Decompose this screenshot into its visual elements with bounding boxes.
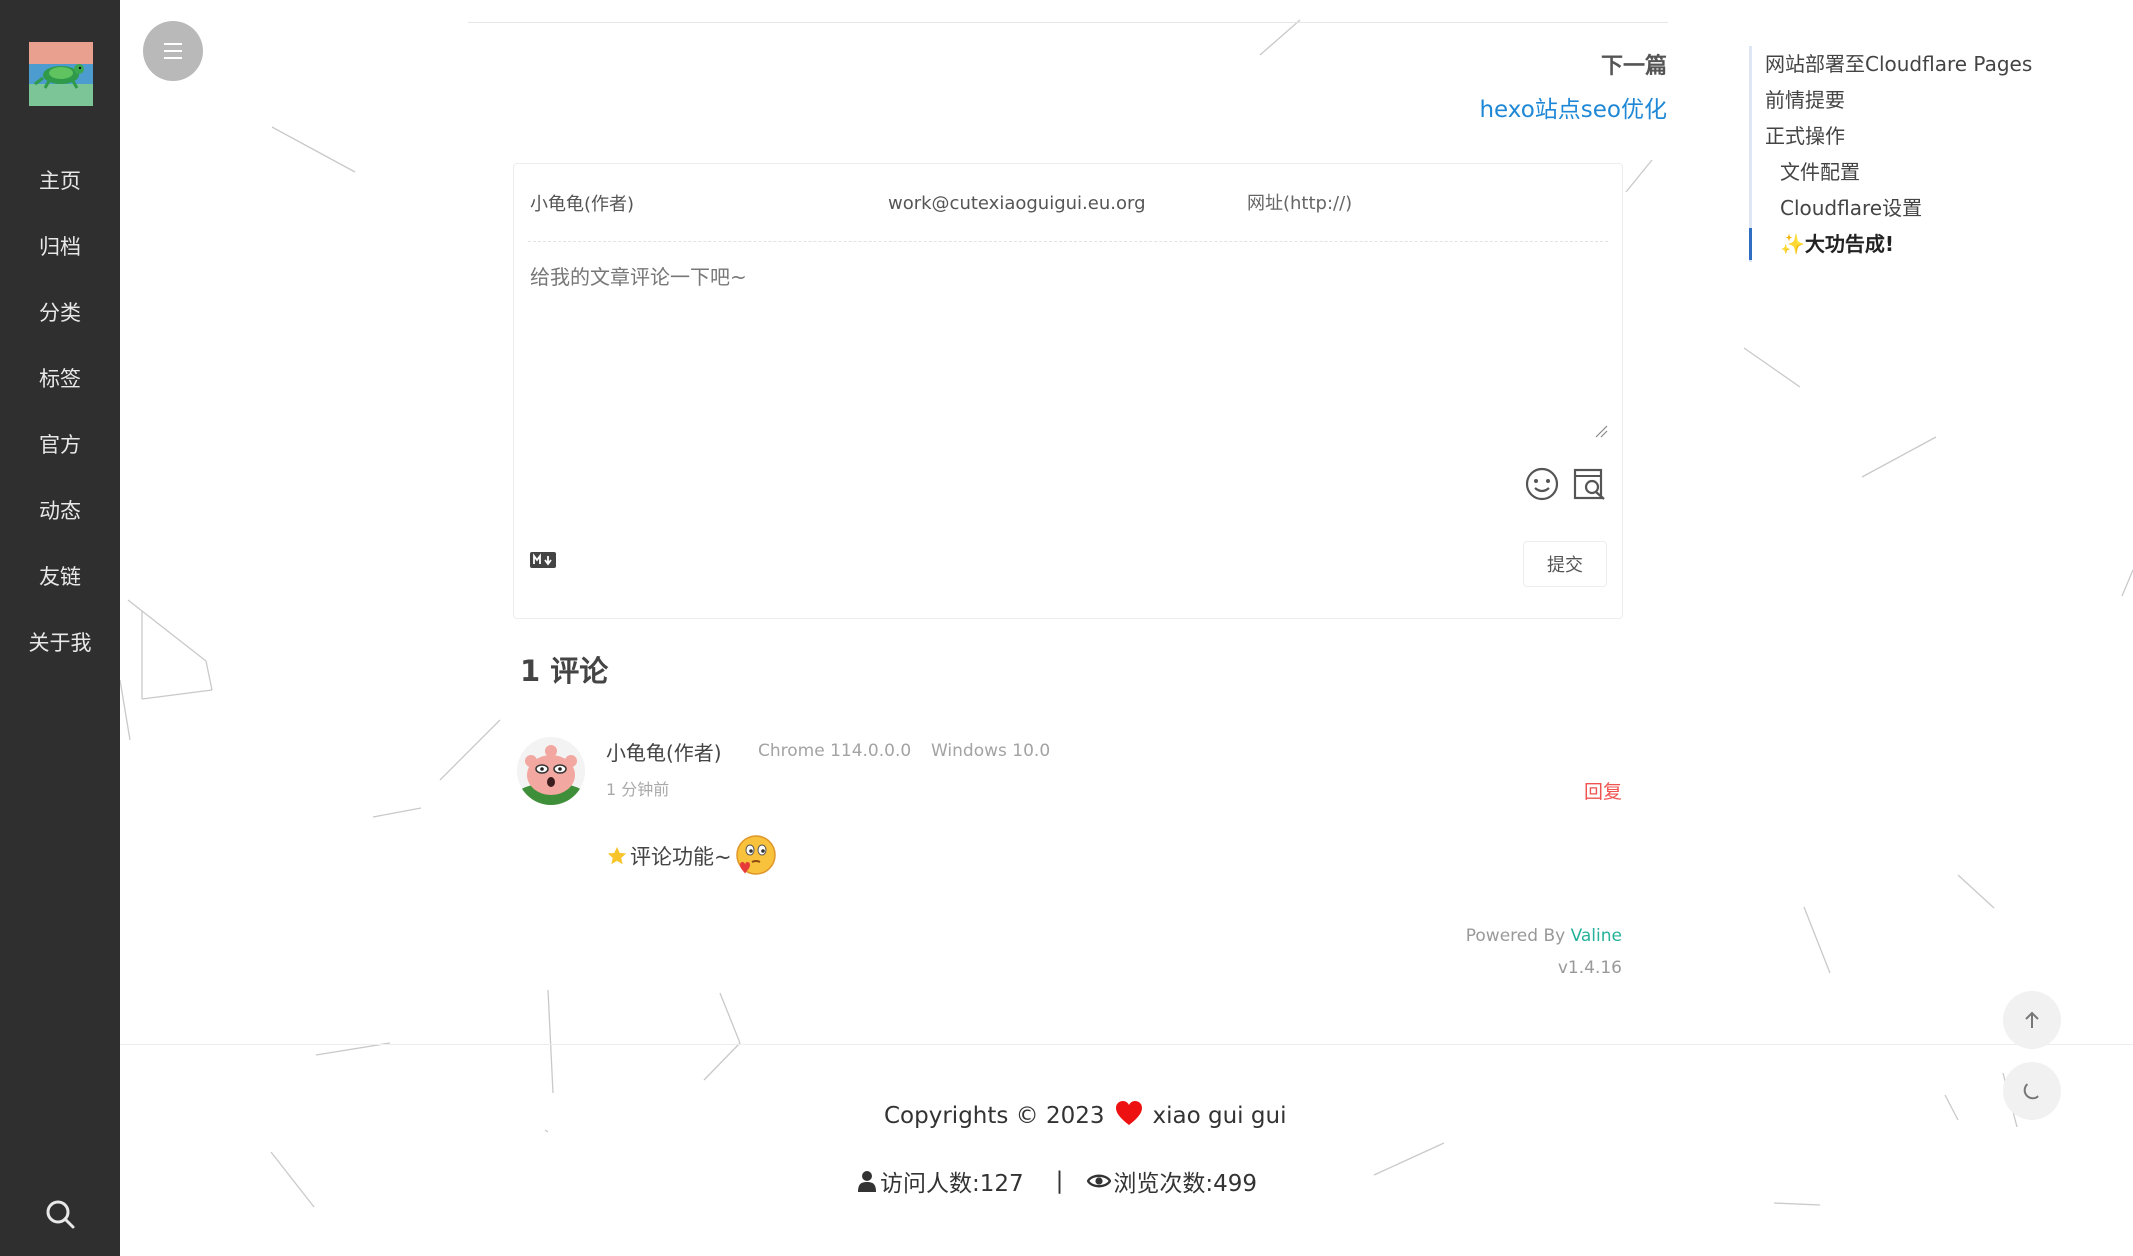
search-button[interactable] [42, 1196, 78, 1232]
visitor-count: 访问人数:127 [880, 1171, 1024, 1197]
copyright-text: Copyrights © 2023 [884, 1103, 1105, 1129]
comment-time: 1 分钟前 [606, 780, 670, 799]
arrow-up-icon [2025, 1011, 2039, 1028]
comment-count: 1 评论 [520, 654, 609, 688]
nav-item-tags[interactable]: 标签 [0, 346, 120, 412]
comment-text: 评论功能~ [630, 845, 732, 869]
comment-browser: Chrome 114.0.0.0 [758, 741, 912, 761]
nav-item-official[interactable]: 官方 [0, 412, 120, 478]
markdown-icon[interactable] [530, 552, 556, 568]
moon-icon [2023, 1083, 2039, 1100]
valine-link[interactable]: Valine [1571, 926, 1622, 946]
menu-toggle-button[interactable] [143, 21, 203, 81]
menu-icon-bar [164, 50, 182, 52]
next-post-nav: 下一篇 hexo站点seo优化 [1479, 48, 1667, 124]
toc-item[interactable]: 正式操作 [1765, 118, 2032, 154]
footer-divider [120, 1044, 2133, 1045]
valine-version: v1.4.16 [1557, 958, 1622, 978]
next-post-link[interactable]: hexo站点seo优化 [1479, 90, 1667, 124]
toc-item[interactable]: 前情提要 [1765, 82, 2032, 118]
eye-icon [1087, 1174, 1112, 1188]
toc-item[interactable]: Cloudflare设置 [1765, 190, 2032, 226]
preview-button[interactable] [1572, 466, 1608, 502]
comment-avatar [517, 737, 585, 805]
view-count: 浏览次数:499 [1113, 1171, 1258, 1197]
sidebar: 主页 归档 分类 标签 官方 动态 友链 关于我 [0, 0, 120, 1256]
comment-meta-row [528, 164, 1608, 242]
comment-body: 评论功能~ [606, 832, 778, 880]
sidebar-nav: 主页 归档 分类 标签 官方 动态 友链 关于我 [0, 148, 120, 676]
dark-mode-toggle[interactable] [2003, 1062, 2061, 1120]
comment-os: Windows 10.0 [931, 741, 1051, 761]
nav-item-about[interactable]: 关于我 [0, 610, 120, 676]
next-post-label: 下一篇 [1600, 54, 1667, 79]
table-of-contents: 网站部署至Cloudflare Pages 前情提要 正式操作 文件配置 Clo… [1748, 46, 2032, 262]
toc-item-active[interactable]: ✨大功告成! [1748, 226, 2032, 262]
link-input[interactable] [1245, 186, 1589, 220]
resize-grip-icon[interactable] [1594, 424, 1608, 438]
powered-by: Powered By Valine v1.4.16 [1466, 920, 1622, 984]
preview-icon [1573, 468, 1605, 500]
nav-item-friends[interactable]: 友链 [0, 544, 120, 610]
menu-icon [164, 43, 182, 45]
menu-icon-bar [164, 57, 182, 59]
nav-item-moments[interactable]: 动态 [0, 478, 120, 544]
back-to-top-button[interactable] [2003, 991, 2061, 1049]
site-stats: 访问人数:127 | 浏览次数:499 [858, 1164, 1257, 1198]
toc-item[interactable]: 文件配置 [1765, 154, 2032, 190]
emoji-button[interactable] [1524, 466, 1560, 502]
powered-prefix: Powered By [1465, 926, 1566, 946]
footer-author: xiao gui gui [1152, 1103, 1287, 1129]
nav-item-archive[interactable]: 归档 [0, 214, 120, 280]
turtle-logo-icon [29, 42, 93, 106]
email-input[interactable] [886, 186, 1230, 220]
nav-item-home[interactable]: 主页 [0, 148, 120, 214]
stats-separator: | [1055, 1168, 1064, 1194]
star-emoji-icon [607, 846, 627, 865]
comment-form: 提交 [513, 163, 1623, 619]
search-icon [46, 1200, 75, 1229]
comment-nick: 小龟龟(作者) [606, 741, 722, 765]
toc-item[interactable]: 网站部署至Cloudflare Pages [1765, 46, 2032, 82]
copyright: Copyrights © 2023 xiao gui gui [884, 1100, 1286, 1132]
comment-textarea[interactable] [528, 259, 1602, 433]
heart-icon [1115, 1100, 1143, 1132]
love-face-emoji-icon [735, 835, 776, 875]
avatar-icon [517, 737, 585, 805]
nav-item-categories[interactable]: 分类 [0, 280, 120, 346]
site-logo[interactable] [29, 42, 93, 106]
post-divider [468, 22, 1668, 23]
user-icon [858, 1171, 876, 1192]
nick-input[interactable] [528, 186, 872, 220]
submit-button[interactable]: 提交 [1523, 541, 1607, 587]
comment-reply-button[interactable]: 回复 [1584, 777, 1622, 804]
emoji-icon [1525, 467, 1559, 501]
